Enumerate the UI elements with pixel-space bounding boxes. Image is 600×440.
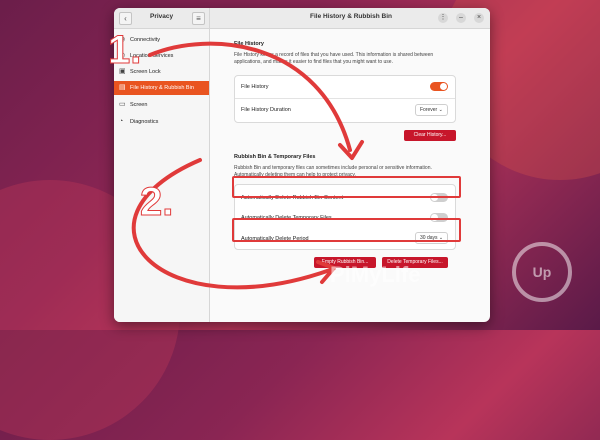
watermark-logo: Up — [512, 242, 572, 302]
annotation-arrows — [131, 41, 364, 290]
step-1-label: 1. — [107, 28, 142, 73]
watermark-text: PiMyLife — [330, 262, 421, 287]
watermark-up: Up — [532, 264, 552, 280]
arrow-step1 — [148, 41, 352, 152]
step-2-label: 2. — [139, 180, 174, 225]
